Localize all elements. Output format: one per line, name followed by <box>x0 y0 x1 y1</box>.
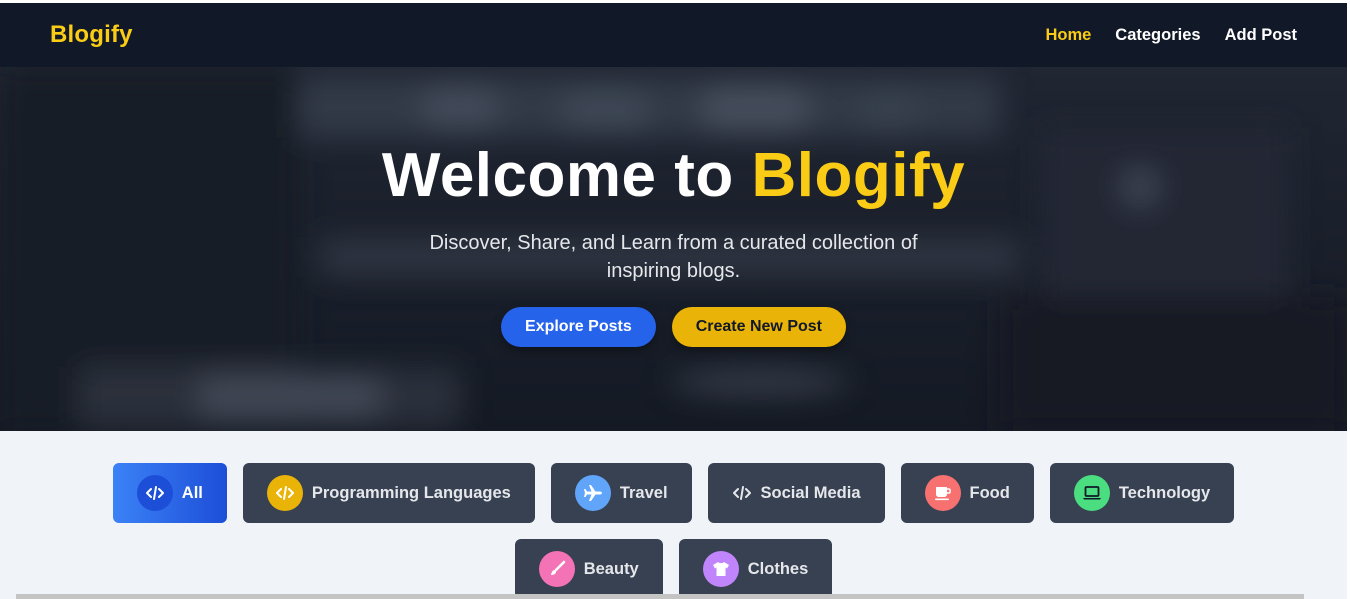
coffee-cup-icon <box>924 475 961 511</box>
category-label: Beauty <box>583 559 639 578</box>
hero-section: Welcome to Blogify Discover, Share, and … <box>0 67 1347 431</box>
create-new-post-button[interactable]: Create New Post <box>671 307 846 347</box>
top-navbar: Blogify Home Categories Add Post <box>0 3 1347 67</box>
category-label: Food <box>969 483 1010 502</box>
category-chip-clothes[interactable]: Clothes <box>678 539 833 599</box>
code-icon <box>136 475 173 511</box>
nav-links: Home Categories Add Post <box>1045 26 1297 45</box>
hero-title: Welcome to Blogify <box>382 145 965 207</box>
category-row: All Programming Languages Travel Social … <box>0 463 1347 523</box>
category-label: All <box>181 483 203 502</box>
code-icon <box>266 475 303 511</box>
airplane-icon <box>574 475 611 511</box>
category-chip-programming-languages[interactable]: Programming Languages <box>242 463 535 523</box>
hero-buttons: Explore Posts Create New Post <box>501 307 846 347</box>
category-filter-section: All Programming Languages Travel Social … <box>0 431 1347 599</box>
nav-link-home[interactable]: Home <box>1045 26 1091 45</box>
category-label: Programming Languages <box>311 483 511 502</box>
horizontal-scrollbar[interactable] <box>16 594 1304 599</box>
category-chip-travel[interactable]: Travel <box>550 463 692 523</box>
hero-subtitle: Discover, Share, and Learn from a curate… <box>429 232 918 282</box>
category-chip-social-media[interactable]: Social Media <box>707 463 885 523</box>
hero-title-accent: Blogify <box>751 141 966 210</box>
category-chip-all[interactable]: All <box>112 463 227 523</box>
brand-logo[interactable]: Blogify <box>50 21 133 49</box>
shirt-icon <box>702 551 739 587</box>
category-chip-technology[interactable]: Technology <box>1049 463 1235 523</box>
code-icon <box>732 475 752 511</box>
category-chip-beauty[interactable]: Beauty <box>514 539 663 599</box>
category-label: Travel <box>619 483 668 502</box>
laptop-icon <box>1073 475 1110 511</box>
category-label: Technology <box>1118 483 1211 502</box>
brush-icon <box>538 551 575 587</box>
nav-link-add-post[interactable]: Add Post <box>1225 26 1297 45</box>
nav-link-categories[interactable]: Categories <box>1115 26 1200 45</box>
hero-title-prefix: Welcome to <box>381 141 752 210</box>
category-label: Social Media <box>760 483 861 502</box>
explore-posts-button[interactable]: Explore Posts <box>501 307 656 347</box>
category-label: Clothes <box>747 559 809 578</box>
hero-content: Welcome to Blogify Discover, Share, and … <box>0 67 1347 431</box>
category-chip-food[interactable]: Food <box>900 463 1034 523</box>
category-row: Beauty Clothes <box>0 539 1347 599</box>
